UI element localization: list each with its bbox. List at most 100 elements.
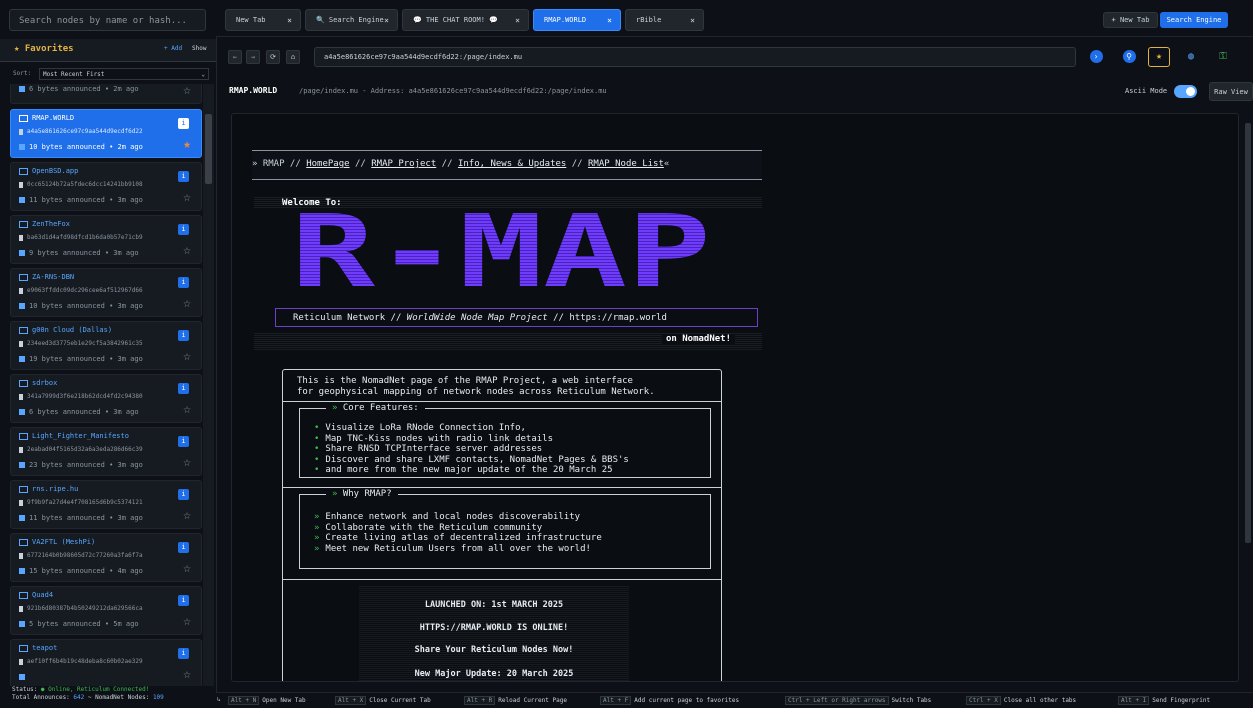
info-icon[interactable]: i [178,595,189,606]
shortcut-hint: Alt + X Close Current Tab [335,696,431,705]
ascii-mode-toggle[interactable] [1174,85,1197,98]
sort-select[interactable]: Most Recent First ⌄ [39,68,209,80]
enter-icon: ↳ [217,696,221,703]
core-feature-text: Map TNC-Kiss nodes with radio link detai… [325,433,553,444]
star-icon[interactable]: ★ [183,137,191,152]
node-hash-text: 9f9b9fa27d4e4f708165d6b9c5374121 [27,499,143,506]
node-card[interactable]: OpenBSD.app 0cc65124b72a5fdec6dcc14241bb9… [10,162,202,211]
node-card[interactable]: RMAP.WORLD a4a5e861626ce97c9aa544d9ecdf6d… [10,109,202,158]
url-input[interactable]: a4a5e861626ce97c9aa544d9ecdf6d22:/page/i… [314,47,1076,67]
favorite-toggle-button[interactable]: ★ [1148,47,1170,67]
reload-button[interactable]: ⟳ [266,50,280,64]
why-rmap-box: » Why RMAP? » Enhance network and local n… [299,489,711,569]
info-icon[interactable]: i [178,224,189,235]
signal-icon [19,621,25,627]
info-icon[interactable]: i [178,648,189,659]
document-icon [19,287,23,294]
node-name-text: VA2FTL (MeshPi) [32,538,96,546]
divider [283,401,721,402]
node-card[interactable]: teapot aef10ff6b4b19c48deba8c60b02ae329 i ☆ [10,639,202,686]
star-icon[interactable]: ☆ [183,84,191,98]
node-card[interactable]: rns.ripe.hu 9f9b9fa27d4e4f708165d6b9c5374… [10,480,202,529]
node-announce: 9 bytes announced • 3m ago [19,249,139,257]
close-icon[interactable]: × [515,10,520,31]
info-icon[interactable]: i [178,542,189,553]
identity-button[interactable]: ⚿ [1212,47,1234,67]
node-card[interactable]: VA2FTL (MeshPi) 6772164b0b98605d72c77260a… [10,533,202,582]
tab[interactable]: 🔍 Search Engine × [305,9,398,31]
home-button[interactable]: ⌂ [286,50,300,64]
new-tab-button[interactable]: + New Tab [1103,12,1158,28]
content-scrollbar[interactable] [1243,113,1253,680]
node-announce-text: 19 bytes announced • 3m ago [29,355,143,363]
info-icon[interactable]: i [178,330,189,341]
info-icon[interactable]: i [178,489,189,500]
node-card[interactable]: ZA-RNS-DBN e9063ffddc09dc296cee6af512967d… [10,268,202,317]
add-favorite-button[interactable]: + Add [164,45,182,52]
node-hash: aef10ff6b4b19c48deba8c60b02ae329 [19,658,143,665]
node-name: sdrbox [19,379,57,387]
document-icon [19,499,23,506]
info-icon[interactable]: i [178,436,189,447]
core-feature-text: Discover and share LXMF contacts, NomadN… [325,454,629,465]
sidebar-scrollbar[interactable] [203,84,214,686]
star-icon[interactable]: ☆ [183,667,191,682]
forward-button[interactable]: → [246,50,260,64]
star-icon[interactable]: ☆ [183,402,191,417]
star-icon[interactable]: ☆ [183,614,191,629]
node-card[interactable]: Light_Fighter_Manifesto 2eabad04f5165d32a… [10,427,202,476]
star-icon[interactable]: ☆ [183,243,191,258]
star-icon[interactable]: ☆ [183,296,191,311]
star-icon[interactable]: ☆ [183,349,191,364]
core-feature-text: Visualize LoRa RNode Connection Info, [325,423,526,433]
node-card[interactable]: Quad4 921b6d80387b4b50249212da629566ca 5 b… [10,586,202,635]
tab[interactable]: RMAP.WORLD × [533,9,621,31]
tab[interactable]: New Tab × [225,9,301,31]
raw-view-button[interactable]: Raw View [1209,82,1253,101]
show-favorites-button[interactable]: Show [192,45,206,52]
nav-link-rmap-project[interactable]: RMAP Project [371,159,436,169]
tab[interactable]: rBible × [625,9,704,31]
search-page-button[interactable]: ⚲ [1118,47,1140,67]
tab-label: 💬 THE CHAT ROOM! 💬 [413,16,498,24]
banner-part-b: WorldWide Node Map Project [406,313,548,323]
globe-button[interactable]: ◍ [1180,47,1202,67]
node-announce-text: 5 bytes announced • 5m ago [29,620,139,628]
node-card[interactable]: ZenTheFox ba63d1d4afd98dfcd1b6da0b57e71cb… [10,215,202,264]
node-list[interactable]: 6 bytes announced • 2m ago ☆ RMAP.WORLD a… [10,84,202,686]
node-card[interactable]: sdrbox 341a7999d3f6e218b62dcd4fd2c94380 6 … [10,374,202,423]
info-icon[interactable]: i [178,171,189,182]
scrollbar-thumb[interactable] [205,114,212,184]
node-card-partial[interactable]: 6 bytes announced • 2m ago ☆ [10,84,202,104]
shortcut-label: Add current page to favorites [634,697,740,704]
why-item-text: Enhance network and local nodes discover… [325,512,581,522]
nav-link-news[interactable]: Info, News & Updates [458,159,566,169]
node-announce: 23 bytes announced • 3m ago [19,461,143,469]
scrollbar-thumb[interactable] [1245,123,1251,543]
search-input[interactable]: Search nodes by name or hash... [9,9,206,31]
tab-bar: + New Tab Search Engine New Tab × 🔍 Search… [216,0,1253,37]
node-name: teapot [19,644,57,652]
document-icon [19,340,23,347]
node-card[interactable]: g00n Cloud (Dallas) 234eed3d3775eb1e29cf5… [10,321,202,370]
tab[interactable]: 💬 THE CHAT ROOM! 💬 × [402,9,529,31]
star-icon[interactable]: ☆ [183,455,191,470]
star-icon[interactable]: ☆ [183,561,191,576]
node-name: g00n Cloud (Dallas) [19,326,112,334]
info-icon[interactable]: i [178,277,189,288]
close-icon[interactable]: × [607,10,612,31]
nav-link-node-list[interactable]: RMAP Node List [588,159,664,169]
close-icon[interactable]: × [384,10,389,31]
info-icon[interactable]: i [178,383,189,394]
search-engine-button[interactable]: Search Engine [1160,12,1228,28]
star-icon[interactable]: ☆ [183,508,191,523]
terminal-icon [19,644,28,652]
bullet-icon: • [314,444,320,454]
close-icon[interactable]: × [690,10,695,31]
star-icon[interactable]: ☆ [183,190,191,205]
close-icon[interactable]: × [287,10,292,31]
info-icon[interactable]: i [178,118,189,129]
go-button[interactable]: › [1085,47,1107,67]
nav-link-homepage[interactable]: HomePage [306,159,349,169]
back-button[interactable]: ← [228,50,242,64]
